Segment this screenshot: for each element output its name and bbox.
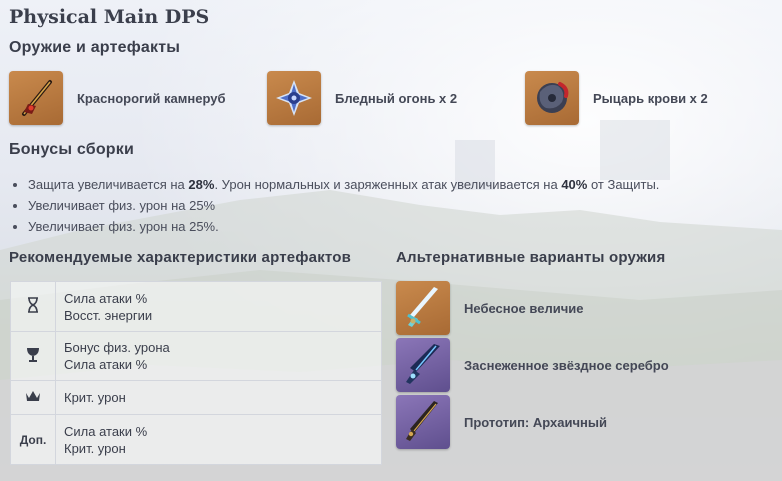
weapons-artifacts-heading: Оружие и артефакты: [9, 39, 181, 56]
prototype-archaic-icon: [396, 395, 450, 449]
snow-tombed-starsilver-icon: [396, 338, 450, 392]
artifact-set-pale-flame[interactable]: Бледный огонь x 2: [267, 71, 457, 125]
artifact-set-bloodstained[interactable]: Рыцарь крови x 2: [525, 71, 708, 125]
page-title: Physical Main DPS: [9, 6, 210, 28]
main-stat-text: Крит. урон: [64, 390, 126, 405]
main-stat-text: Сила атаки %: [64, 290, 148, 306]
crown-icon: [10, 380, 56, 415]
alt-weapon-label: Небесное величие: [464, 300, 584, 316]
artifact-set-label: Рыцарь крови x 2: [593, 90, 708, 106]
alt-weapon-item[interactable]: Прототип: Архаичный: [396, 395, 607, 449]
set-bonuses-heading: Бонусы сборки: [9, 141, 135, 158]
skyward-pride-icon: [396, 281, 450, 335]
sub-stat-text: Крит. урон: [64, 440, 126, 456]
alt-weapons-heading: Альтернативные варианты оружия: [396, 249, 666, 266]
sub-stat-text: Сила атаки %: [64, 423, 148, 439]
pale-flame-flower-icon: [267, 71, 321, 125]
hourglass-icon: [10, 281, 56, 332]
artifact-stats-heading: Рекомендуемые характеристики артефактов: [9, 249, 352, 266]
set-bonus-item: Увеличивает физ. урон на 25%: [28, 195, 659, 216]
alt-weapon-label: Прототип: Архаичный: [464, 414, 607, 430]
set-bonus-list: Защита увеличивается на 28%. Урон нормал…: [14, 174, 659, 237]
stats-row-goblet: Бонус физ. урона Сила атаки %: [10, 331, 382, 381]
stats-row-circlet: Крит. урон: [10, 380, 382, 415]
alt-weapon-label: Заснеженное звёздное серебро: [464, 357, 669, 373]
set-bonus-item: Увеличивает физ. урон на 25%.: [28, 216, 659, 237]
alt-weapon-item[interactable]: Небесное величие: [396, 281, 583, 335]
main-weapon-label: Краснорогий камнеруб: [77, 90, 226, 106]
alt-weapon-item[interactable]: Заснеженное звёздное серебро: [396, 338, 669, 392]
set-bonus-item: Защита увеличивается на 28%. Урон нормал…: [28, 174, 659, 195]
artifact-stats-table: Сила атаки % Восст. энергии Бонус физ. ур…: [10, 281, 382, 465]
bloodstained-flower-icon: [525, 71, 579, 125]
stats-row-substats: Доп. Сила атаки % Крит. урон: [10, 414, 382, 465]
stats-row-sands: Сила атаки % Восст. энергии: [10, 281, 382, 332]
main-stat-text: Сила атаки %: [64, 357, 148, 372]
substats-label: Доп.: [10, 414, 56, 465]
goblet-icon: [10, 331, 56, 381]
main-weapon-item[interactable]: Краснорогий камнеруб: [9, 71, 225, 125]
axe-weapon-icon: [9, 71, 63, 125]
artifact-set-label: Бледный огонь x 2: [335, 90, 458, 106]
main-stat-text: Бонус физ. урона: [64, 340, 170, 355]
main-stat-text: Восст. энергии: [64, 307, 153, 323]
